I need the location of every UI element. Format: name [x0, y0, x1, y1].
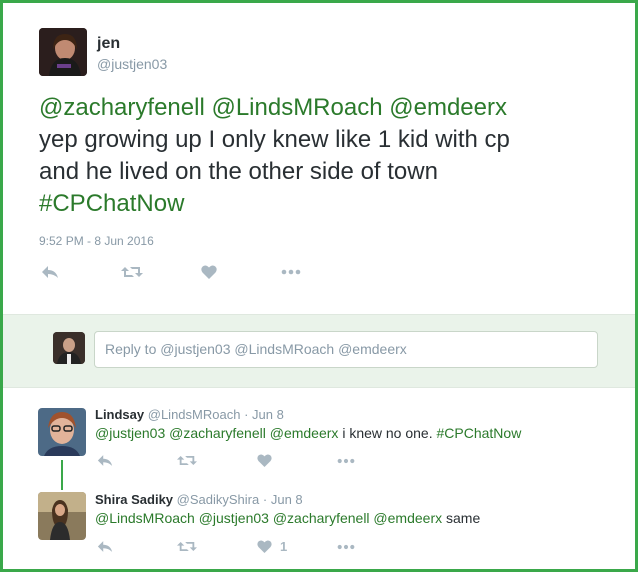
more-icon [337, 458, 355, 463]
mention-link[interactable]: @emdeerx [389, 94, 507, 121]
tweet-timestamp[interactable]: 9:52 PM - 8 Jun 2016 [39, 234, 154, 248]
reply-body: same [446, 510, 481, 526]
retweet-icon [177, 541, 197, 552]
heart-icon [257, 454, 272, 467]
author-name[interactable]: Lindsay [95, 407, 144, 422]
avatar[interactable] [38, 492, 86, 540]
like-count: 1 [280, 539, 288, 554]
reply-header: Shira Sadiky @SadikyShira · Jun 8 [95, 492, 303, 507]
reply-date[interactable]: Jun 8 [271, 492, 303, 507]
screenshot-frame [0, 0, 638, 572]
retweet-button[interactable] [177, 540, 257, 553]
reply-button[interactable] [97, 540, 177, 553]
tweet-text: @zacharyfenell @LindsMRoach @emdeerx yep… [39, 92, 609, 220]
mention-link[interactable]: @zacharyfenell [39, 94, 205, 121]
reply-actions [97, 454, 355, 467]
heart-icon [201, 265, 217, 279]
reply-body: i knew no one. [342, 425, 433, 441]
reply-button[interactable] [97, 454, 177, 467]
current-user-avatar [53, 332, 85, 364]
reply-icon [97, 541, 113, 552]
reply-text: @justjen03 @zacharyfenell @emdeerx i kne… [95, 425, 521, 441]
retweet-button[interactable] [177, 454, 257, 467]
author-handle[interactable]: @SadikyShira [177, 492, 260, 507]
retweet-icon [121, 267, 143, 277]
reply-button[interactable] [41, 265, 121, 279]
avatar[interactable] [38, 408, 86, 456]
reply-header: Lindsay @LindsMRoach · Jun 8 [95, 407, 284, 422]
reply-input[interactable]: Reply to @justjen03 @LindsMRoach @emdeer… [94, 331, 598, 368]
mention-links[interactable]: @LindsMRoach @justjen03 @zacharyfenell @… [95, 510, 442, 526]
hashtag-link[interactable]: #CPChatNow [39, 190, 184, 217]
author-handle[interactable]: @justjen03 [97, 56, 167, 72]
like-button[interactable]: 1 [257, 539, 337, 554]
mention-link[interactable]: @LindsMRoach [211, 94, 382, 121]
author-name[interactable]: Shira Sadiky [95, 492, 173, 507]
mention-links[interactable]: @justjen03 @zacharyfenell @emdeerx [95, 425, 338, 441]
tweet-body-line2: and he lived on the other side of town [39, 158, 438, 185]
reply-text: @LindsMRoach @justjen03 @zacharyfenell @… [95, 510, 480, 526]
reply-actions: 1 [97, 539, 355, 554]
retweet-icon [177, 455, 197, 466]
thread-connector [61, 460, 63, 490]
hashtag-link[interactable]: #CPChatNow [437, 425, 522, 441]
more-icon [337, 544, 355, 549]
heart-icon [257, 540, 272, 553]
tweet-body-line1: yep growing up I only knew like 1 kid wi… [39, 126, 510, 153]
reply-icon [97, 455, 113, 466]
reply-date[interactable]: Jun 8 [252, 407, 284, 422]
reply-icon [42, 266, 58, 278]
author-name[interactable]: jen [97, 35, 120, 53]
like-button[interactable] [257, 454, 337, 467]
avatar[interactable] [39, 28, 87, 76]
more-button[interactable] [337, 458, 355, 464]
retweet-button[interactable] [121, 265, 201, 279]
tweet-actions [41, 265, 301, 279]
author-handle[interactable]: @LindsMRoach [148, 407, 241, 422]
more-icon [281, 269, 301, 275]
more-button[interactable] [337, 544, 355, 550]
like-button[interactable] [201, 265, 281, 279]
more-button[interactable] [281, 269, 301, 275]
